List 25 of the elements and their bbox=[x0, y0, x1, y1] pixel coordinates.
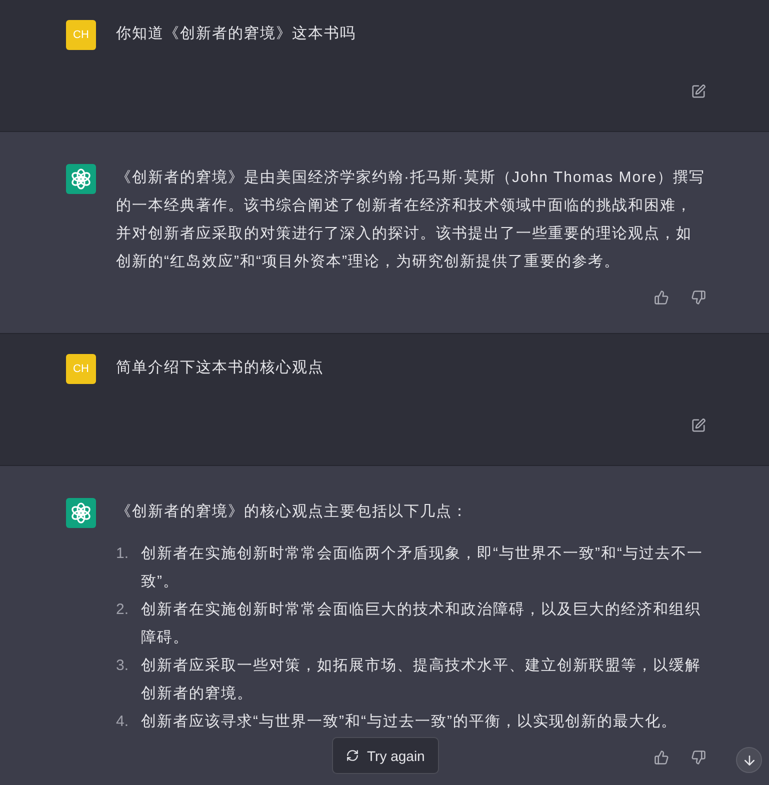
thumbs-down-icon[interactable] bbox=[691, 290, 706, 305]
user-avatar: CH bbox=[66, 354, 96, 384]
edit-icon[interactable] bbox=[691, 418, 706, 433]
list-number: 4. bbox=[116, 712, 130, 732]
list-item-text: 创新者应采取一些对策，如拓展市场、提高技术水平、建立创新联盟等，以缓解创新者的窘境。 bbox=[141, 656, 702, 704]
list-item-text: 创新者在实施创新时常常会面临巨大的技术和政治障碍，以及巨大的经济和组织障碍。 bbox=[141, 600, 702, 648]
message-text: 简单介绍下这本书的核心观点 bbox=[116, 358, 325, 378]
message-text: 《创新者的窘境》是由美国经济学家约翰·托马斯·莫斯（John Thomas More）撰写的一本经典著作。该书综合阐述了创新者在经济和技术领域中面临的挑战和困难，并对创新者应采取的对策进行了深入的探讨。该书提出了一些重要的理论观点，如创新的“红岛效应”和“项目外资本”理论，为研究创新提供了重要的参考。 bbox=[116, 168, 706, 272]
list-item-text: 创新者应该寻求“与世界一致”和“与过去一致”的平衡，以实现创新的最大化。 bbox=[141, 712, 677, 732]
arrow-down-icon bbox=[742, 752, 756, 768]
message-text: 《创新者的窘境》的核心观点主要包括以下几点： bbox=[116, 502, 469, 522]
thumbs-down-icon[interactable] bbox=[691, 750, 706, 765]
assistant-avatar-icon bbox=[66, 498, 96, 528]
thumbs-up-icon[interactable] bbox=[654, 290, 669, 305]
try-again-button[interactable]: Try again bbox=[332, 737, 439, 774]
assistant-avatar-icon bbox=[66, 164, 96, 194]
edit-icon[interactable] bbox=[691, 84, 706, 99]
thumbs-up-icon[interactable] bbox=[654, 750, 669, 765]
message-text: 你知道《创新者的窘境》这本书吗 bbox=[116, 24, 357, 44]
list-number: 1. bbox=[116, 544, 130, 564]
list-number: 2. bbox=[116, 600, 130, 620]
refresh-icon bbox=[346, 749, 359, 762]
list-number: 3. bbox=[116, 656, 130, 676]
list-item-text: 创新者在实施创新时常常会面临两个矛盾现象，即“与世界不一致”和“与过去不一致”。 bbox=[141, 544, 704, 592]
user-avatar: CH bbox=[66, 20, 96, 50]
